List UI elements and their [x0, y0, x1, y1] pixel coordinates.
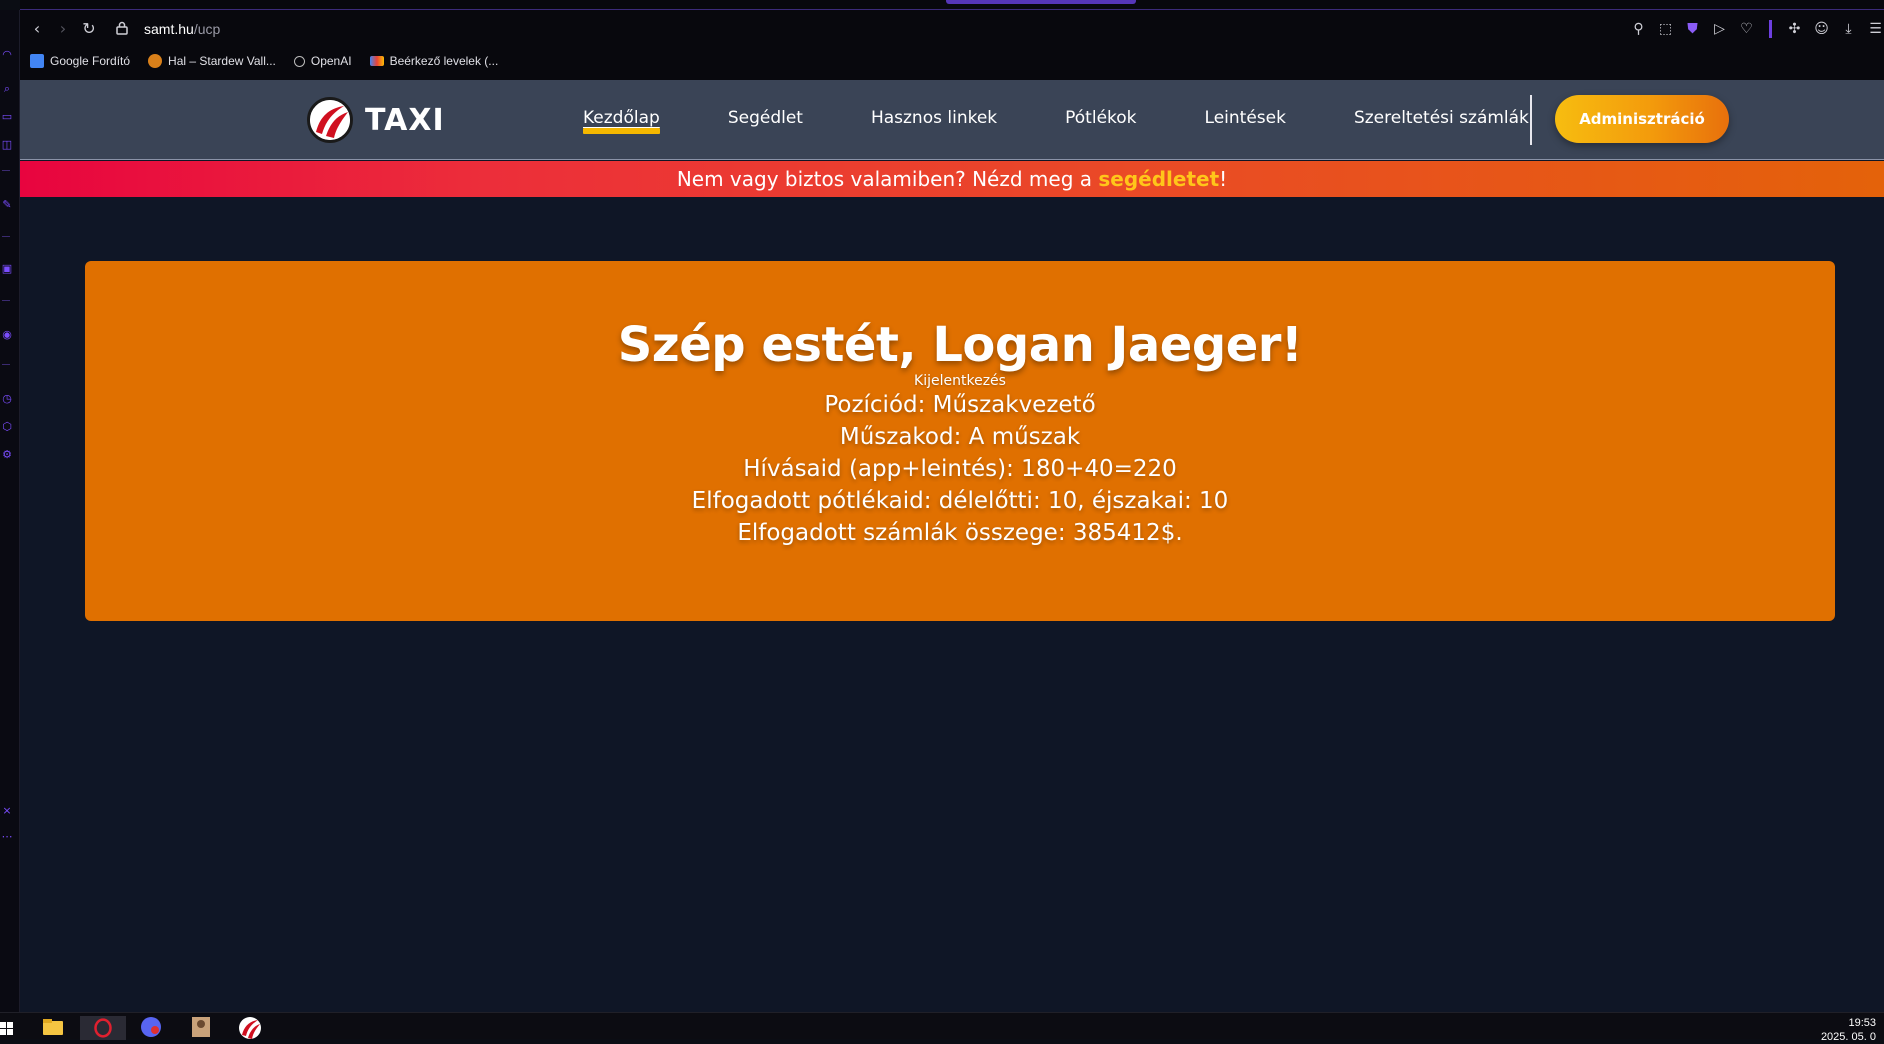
sidebar-divider [2, 170, 10, 171]
clock-time: 19:53 [1848, 1017, 1876, 1029]
history-icon[interactable]: ◷ [0, 392, 14, 406]
invoices-text: Elfogadott számlák összege: 385412$. [737, 520, 1183, 546]
banner-guide-link[interactable]: segédletet [1098, 167, 1219, 191]
search-icon[interactable]: ⌕ [0, 82, 14, 96]
app-photo-icon[interactable] [190, 1016, 216, 1040]
toolbar-icons: ⚲ ⬚ ⛊ ▷ ♡ ✣ ☺ ⤓ ☰ [1630, 18, 1884, 40]
bookmark-google-translate[interactable]: Google Fordító [30, 54, 130, 68]
profile-icon[interactable]: ☺ [1813, 18, 1830, 40]
google-translate-icon [30, 54, 44, 68]
reload-icon[interactable]: ↻ [78, 18, 100, 40]
pin-board-icon[interactable]: ▭ [0, 110, 14, 124]
player-icon[interactable]: ◉ [0, 328, 14, 342]
bookmark-stardew[interactable]: Hal – Stardew Vall... [148, 54, 276, 68]
nav-repair-invoices[interactable]: Szereltetési számlák [1354, 108, 1529, 128]
help-banner: Nem vagy biztos valamiben? Nézd meg a se… [20, 161, 1884, 197]
sidebar-divider [2, 236, 10, 237]
sidebar-divider [2, 300, 10, 301]
x-icon[interactable]: × [0, 804, 14, 818]
taxi-app-icon[interactable] [238, 1016, 264, 1040]
nav-useful-links[interactable]: Hasznos linkek [871, 108, 997, 128]
bookmark-openai[interactable]: OpenAI [293, 54, 352, 68]
openai-icon [293, 55, 305, 67]
clock-date: 2025. 05. 0 [1820, 1031, 1876, 1043]
speed-dial-icon[interactable]: ◠ [0, 48, 14, 62]
file-explorer-icon[interactable] [42, 1016, 68, 1040]
shift-text: Műszakod: A műszak [839, 424, 1081, 450]
menu-icon[interactable]: ☰ [1867, 18, 1884, 40]
extensions-puzzle-icon[interactable]: ✣ [1786, 18, 1803, 40]
discord-icon[interactable] [140, 1016, 166, 1040]
bookmark-label: Hal – Stardew Vall... [168, 54, 276, 68]
vpn-shield-icon[interactable]: ⛊ [1684, 18, 1701, 40]
play-icon[interactable]: ▷ [1711, 18, 1728, 40]
bookmark-label: Google Fordító [50, 54, 131, 68]
lock-icon[interactable] [116, 21, 128, 35]
fish-icon [148, 54, 163, 68]
tools-icon[interactable]: ✎ [0, 198, 14, 212]
allowances-text: Elfogadott pótlékaid: délelőtti: 10, éjs… [691, 488, 1229, 514]
nav-flagdowns[interactable]: Leintések [1205, 108, 1286, 128]
snapshot-icon[interactable]: ⬚ [1657, 18, 1674, 40]
download-icon[interactable]: ⤓ [1840, 18, 1857, 40]
bookmarks-bar: Google Fordító Hal – Stardew Vall... Ope… [30, 50, 498, 72]
browser-sidebar: ◠ ⌕ ▭ ◫ ✎ ▣ ◉ ◷ ⬡ ⚙ × ⋯ [0, 10, 20, 1012]
gmail-icon [369, 56, 384, 66]
extensions-icon[interactable]: ⬡ [0, 420, 14, 434]
more-icon[interactable]: ⋯ [0, 830, 14, 844]
banner-suffix: ! [1219, 167, 1228, 191]
taxi-logo-icon [307, 97, 353, 143]
logout-link[interactable]: Kijelentkezés [85, 373, 1835, 389]
settings-icon[interactable]: ⚙ [0, 448, 14, 462]
nav-guide[interactable]: Segédlet [728, 108, 803, 128]
twitch-icon[interactable]: ▣ [0, 262, 14, 276]
bookmark-label: OpenAI [310, 54, 352, 68]
greeting-title: Szép estét, Logan Jaeger! [617, 317, 1303, 373]
address-bar[interactable]: samt.hu/ucp [144, 19, 220, 39]
url-host: samt.hu [144, 21, 194, 37]
active-tab-indicator[interactable] [946, 0, 1136, 4]
tab-strip-line [20, 9, 1884, 10]
browser-toolbar: ‹ › ↻ samt.hu/ucp ⚲ ⬚ ⛊ ▷ ♡ ✣ ☺ ⤓ ☰ Goog… [20, 0, 1884, 80]
position-text: Pozíciód: Műszakvezető [824, 392, 1096, 418]
admin-button[interactable]: Adminisztráció [1555, 95, 1729, 143]
nav-home[interactable]: Kezdőlap [583, 108, 660, 134]
user-summary-card: Szép estét, Logan Jaeger! Kijelentkezés … [85, 261, 1835, 621]
toolbar-divider [1769, 20, 1772, 38]
forward-icon[interactable]: › [52, 18, 74, 40]
nav-allowances[interactable]: Pótlékok [1065, 108, 1136, 128]
bookmark-label: Beérkező levelek (... [389, 54, 499, 68]
taskbar: 19:53 2025. 05. 0 [0, 1012, 1884, 1043]
calls-text: Hívásaid (app+leintés): 180+40=220 [743, 456, 1177, 482]
analytics-icon[interactable]: ◫ [0, 138, 14, 152]
windows-start-icon[interactable] [0, 1016, 14, 1040]
sidebar-divider [2, 364, 10, 365]
banner-text: Nem vagy biztos valamiben? Nézd meg a [676, 167, 1099, 191]
back-icon[interactable]: ‹ [26, 18, 48, 40]
logo-text: TAXI [365, 102, 445, 138]
site-logo[interactable]: TAXI [307, 97, 445, 143]
system-clock[interactable]: 19:53 2025. 05. 0 [1821, 1016, 1876, 1044]
web-page: TAXI Kezdőlap Segédlet Hasznos linkek Pó… [20, 80, 1884, 1012]
bookmark-gmail[interactable]: Beérkező levelek (... [369, 54, 499, 68]
url-path: /ucp [193, 21, 221, 37]
site-header: TAXI Kezdőlap Segédlet Hasznos linkek Pó… [20, 80, 1884, 160]
header-divider [1530, 95, 1532, 145]
pin-icon[interactable]: ⚲ [1630, 18, 1647, 40]
opera-taskbar-icon[interactable] [80, 1016, 126, 1040]
main-nav: Kezdőlap Segédlet Hasznos linkek Pótléko… [583, 108, 1597, 134]
heart-icon[interactable]: ♡ [1738, 18, 1755, 40]
